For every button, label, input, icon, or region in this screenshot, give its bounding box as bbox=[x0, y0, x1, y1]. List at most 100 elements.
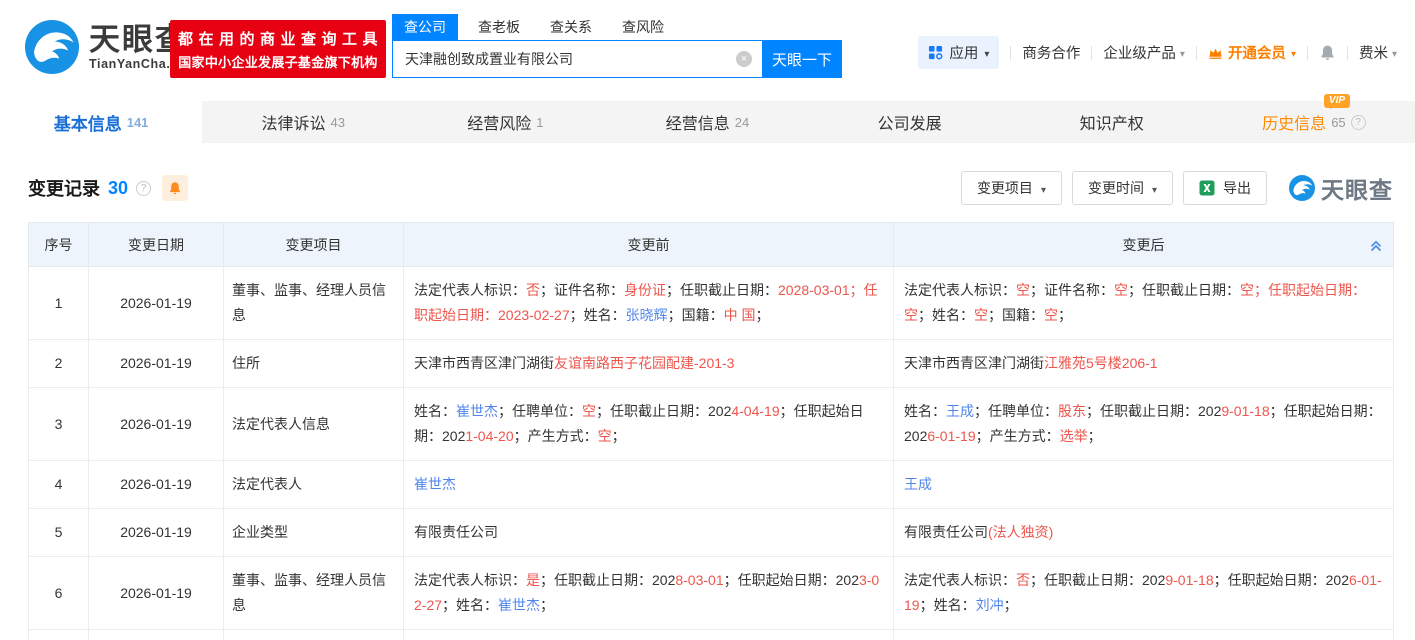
person-link[interactable]: 崔世杰 bbox=[414, 476, 456, 492]
text-segment: 友谊南路西子花园配建-201-3 bbox=[554, 355, 734, 371]
before-cell: 有限责任公司 bbox=[404, 509, 894, 557]
text-segment: 9-01-18 bbox=[1221, 403, 1269, 419]
tab-count: 141 bbox=[127, 115, 149, 130]
before-cell: 法定代表人标识：否；证件名称：身份证；任职截止日期：2028-03-01；任职起… bbox=[404, 267, 894, 340]
text-segment: ；产生方式： bbox=[514, 428, 598, 444]
notification-bell-icon[interactable] bbox=[1319, 44, 1336, 61]
help-icon[interactable] bbox=[136, 181, 151, 196]
divider bbox=[1091, 46, 1092, 60]
search-tab-3[interactable]: 查关系 bbox=[550, 17, 592, 37]
tab-count: 24 bbox=[735, 115, 749, 130]
after-cell: 法定代表人标识：空；证件名称：空；任职截止日期：空；任职起始日期：空；姓名：空；… bbox=[894, 267, 1394, 340]
change-item-cell: 住所 bbox=[224, 340, 404, 388]
tab-label: 知识产权 bbox=[1080, 110, 1144, 134]
text-segment: ；任职截止日期： bbox=[1128, 282, 1240, 298]
table-row: 5 2026-01-19 企业类型 有限责任公司 有限责任公司(法人独资) bbox=[29, 509, 1394, 557]
search-box: 天眼一下 bbox=[392, 40, 842, 78]
text-segment: 姓名： bbox=[414, 403, 456, 419]
text-segment: 4-04-19 bbox=[731, 403, 779, 419]
text-segment: ；产生方式： bbox=[976, 428, 1060, 444]
seq-cell: 5 bbox=[29, 509, 89, 557]
tab-count: 65 bbox=[1331, 115, 1345, 130]
text-segment: ； bbox=[612, 428, 626, 444]
company-tab-6[interactable]: 知识产权 bbox=[1011, 101, 1213, 143]
promo-line-1: 都在用的商业查询工具 bbox=[178, 28, 383, 49]
text-segment: ； bbox=[756, 307, 770, 323]
text-segment: ；任职起始日期：202 bbox=[1214, 572, 1349, 588]
search-tab-4[interactable]: 查风险 bbox=[622, 17, 664, 37]
search-button[interactable]: 天眼一下 bbox=[762, 40, 842, 78]
caret-down-icon bbox=[1291, 45, 1296, 61]
person-link[interactable]: 刘冲 bbox=[976, 597, 1004, 613]
text-segment: ；任聘单位： bbox=[498, 403, 582, 419]
seq-cell: 3 bbox=[29, 388, 89, 461]
divider bbox=[1196, 46, 1197, 60]
nav-enterprise-products[interactable]: 企业级产品 bbox=[1103, 42, 1185, 63]
text-segment: 法定代表人标识： bbox=[904, 572, 1016, 588]
company-tab-3[interactable]: 经营风险 1 bbox=[404, 101, 606, 143]
header-after: 变更后 bbox=[894, 223, 1394, 267]
text-segment: ；证件名称： bbox=[1030, 282, 1114, 298]
text-segment: 8-03-01 bbox=[675, 572, 723, 588]
tab-label: 经营风险 bbox=[467, 110, 531, 134]
text-segment: 空 bbox=[582, 403, 596, 419]
text-segment: 身份证 bbox=[624, 282, 666, 298]
subscribe-button[interactable] bbox=[162, 175, 188, 201]
apps-button[interactable]: 应用 bbox=[918, 36, 999, 69]
company-tab-5[interactable]: 公司发展 bbox=[809, 101, 1011, 143]
nav-user-menu[interactable]: 费米 bbox=[1359, 42, 1397, 63]
text-segment: ；任职起始日期：202 bbox=[724, 572, 859, 588]
person-link[interactable]: 王成 bbox=[946, 403, 974, 419]
search-area: 查公司查老板 查关系 查风险 天眼一下 bbox=[392, 14, 842, 78]
text-segment: 6-01-19 bbox=[927, 428, 975, 444]
nav-open-vip[interactable]: 开通会员 bbox=[1208, 42, 1296, 63]
text-segment: 中 国 bbox=[724, 307, 756, 323]
clear-icon[interactable] bbox=[736, 51, 752, 67]
text-segment: 选举 bbox=[1060, 428, 1088, 444]
company-tab-1[interactable]: 基本信息 141 bbox=[0, 101, 202, 143]
text-segment: ；姓名： bbox=[918, 307, 974, 323]
date-cell: 2026-01-19 bbox=[89, 340, 224, 388]
company-tab-2[interactable]: 法律诉讼 43 bbox=[202, 101, 404, 143]
text-segment: 空 bbox=[974, 307, 988, 323]
divider bbox=[1307, 46, 1308, 60]
before-cell: 天津市西青区津门湖街友谊南路西子花园配建-201-3 bbox=[404, 340, 894, 388]
text-segment: 股东 bbox=[1058, 403, 1086, 419]
tab-label: 基本信息 bbox=[54, 110, 122, 135]
change-project-filter[interactable]: 变更项目 bbox=[961, 171, 1062, 205]
text-segment: ； bbox=[540, 597, 554, 613]
export-button[interactable]: 导出 bbox=[1183, 171, 1267, 205]
text-segment: 法定代表人标识： bbox=[414, 572, 526, 588]
top-nav: 应用 商务合作 企业级产品 开通会员 费米 bbox=[918, 36, 1397, 69]
text-segment: 是 bbox=[526, 572, 540, 588]
caret-down-icon bbox=[984, 45, 989, 61]
text-segment: ；任职截止日期： bbox=[666, 282, 778, 298]
text-segment: ；任聘单位： bbox=[974, 403, 1058, 419]
text-segment: 空 bbox=[1044, 307, 1058, 323]
tab-count: 1 bbox=[536, 115, 543, 130]
tab-label: 经营信息 bbox=[666, 110, 730, 134]
search-tab-2[interactable]: 查老板 bbox=[478, 17, 520, 37]
person-link[interactable]: 王成 bbox=[904, 476, 932, 492]
section-count: 30 bbox=[108, 178, 128, 199]
divider bbox=[1347, 46, 1348, 60]
collapse-icon[interactable] bbox=[1369, 238, 1383, 252]
text-segment: ；证件名称： bbox=[540, 282, 624, 298]
person-link[interactable]: 张晓辉 bbox=[626, 307, 668, 323]
person-link[interactable]: 崔世杰 bbox=[498, 597, 540, 613]
nav-business-cooperation[interactable]: 商务合作 bbox=[1022, 42, 1080, 63]
person-link[interactable]: 崔世杰 bbox=[456, 403, 498, 419]
section-title: 变更记录 bbox=[28, 175, 100, 201]
help-icon[interactable] bbox=[1351, 115, 1366, 130]
company-tab-7[interactable]: 历史信息 65 VIP bbox=[1213, 101, 1415, 143]
change-time-filter[interactable]: 变更时间 bbox=[1072, 171, 1173, 205]
tab-count: 43 bbox=[330, 115, 344, 130]
search-tab-1[interactable]: 查公司 bbox=[392, 14, 458, 40]
search-input[interactable] bbox=[393, 41, 736, 77]
change-item-cell: 董事、监事、经理人员信息 bbox=[224, 557, 404, 630]
table-row: 3 2026-01-19 法定代表人信息 姓名：崔世杰；任聘单位：空；任职截止日… bbox=[29, 388, 1394, 461]
text-segment: 空 bbox=[1016, 282, 1030, 298]
company-tab-4[interactable]: 经营信息 24 bbox=[606, 101, 808, 143]
header-item: 变更项目 bbox=[224, 223, 404, 267]
logo-icon bbox=[25, 20, 79, 74]
